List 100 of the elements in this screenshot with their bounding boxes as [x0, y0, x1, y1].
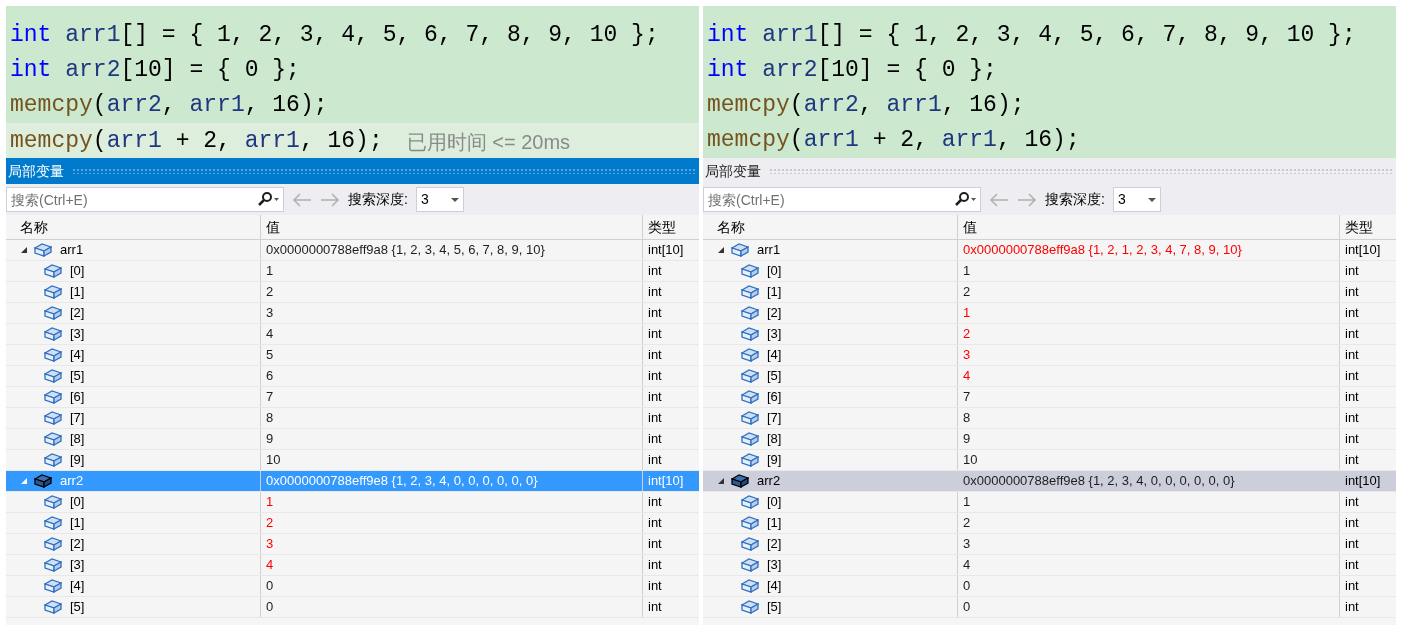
- variable-type: int: [647, 598, 663, 617]
- variable-row[interactable]: [4] 3 int: [703, 345, 1396, 366]
- cube-icon: [741, 452, 759, 468]
- variable-row[interactable]: [5] 6 int: [6, 366, 699, 387]
- expand-toggle-icon[interactable]: [20, 246, 30, 254]
- expand-toggle-icon[interactable]: [717, 246, 727, 254]
- variable-value: 0x0000000788eff9e8 {1, 2, 3, 4, 0, 0, 0, 0, 0, 0}: [265, 472, 539, 491]
- caret-icon[interactable]: [1147, 197, 1156, 202]
- variable-value: 0x0000000788eff9e8 {1, 2, 3, 4, 0, 0, 0, 0, 0, 0}: [962, 472, 1236, 491]
- variable-row[interactable]: [3] 2 int: [703, 324, 1396, 345]
- variable-type: int: [647, 535, 663, 554]
- variable-name: [2]: [70, 304, 85, 323]
- variable-row[interactable]: [4] 5 int: [6, 345, 699, 366]
- variable-row[interactable]: [0] 1 int: [703, 261, 1396, 282]
- variable-row[interactable]: [7] 8 int: [6, 408, 699, 429]
- variable-name: [2]: [767, 304, 782, 323]
- cube-icon: [741, 494, 759, 510]
- variable-row[interactable]: [7] 8 int: [703, 408, 1396, 429]
- variable-row[interactable]: [1] 2 int: [703, 513, 1396, 534]
- variable-value: 9: [265, 430, 275, 449]
- search-field[interactable]: 搜索(Ctrl+E): [6, 187, 284, 212]
- variable-value: 10: [962, 451, 979, 470]
- cube-icon: [741, 305, 759, 321]
- variable-type: int: [1344, 577, 1360, 596]
- variable-row[interactable]: [2] 3 int: [6, 534, 699, 555]
- variable-value: 8: [265, 409, 275, 428]
- variable-row[interactable]: [5] 0 int: [6, 597, 699, 618]
- search-field[interactable]: 搜索(Ctrl+E): [703, 187, 981, 212]
- expand-toggle-icon[interactable]: [717, 477, 727, 485]
- depth-label: 搜索深度:: [348, 190, 408, 209]
- variable-value: 3: [265, 535, 275, 554]
- variable-type: int[10]: [647, 241, 685, 260]
- variable-type: int: [647, 367, 663, 386]
- variable-row[interactable]: [3] 4 int: [6, 324, 699, 345]
- variable-row[interactable]: [4] 0 int: [6, 576, 699, 597]
- variable-name: [3]: [70, 556, 85, 575]
- cube-icon: [44, 599, 62, 615]
- depth-dropdown[interactable]: 3: [415, 187, 464, 212]
- cube-icon: [741, 431, 759, 447]
- column-header[interactable]: 值: [261, 216, 642, 238]
- variable-row[interactable]: [6] 7 int: [6, 387, 699, 408]
- column-header[interactable]: 名称: [6, 216, 260, 238]
- depth-dropdown[interactable]: 3: [1112, 187, 1161, 212]
- column-header[interactable]: 类型: [1340, 216, 1396, 238]
- column-header[interactable]: 值: [958, 216, 1339, 238]
- expand-toggle-icon[interactable]: [20, 477, 30, 485]
- search-icon[interactable]: [256, 192, 280, 206]
- column-header[interactable]: 名称: [703, 216, 957, 238]
- column-header[interactable]: 类型: [643, 216, 699, 238]
- variable-row[interactable]: [2] 3 int: [703, 534, 1396, 555]
- variable-row[interactable]: [0] 1 int: [6, 492, 699, 513]
- code-line: int arr2[10] = { 0 };: [9, 56, 301, 86]
- variable-type: int: [647, 556, 663, 575]
- variable-row[interactable]: [4] 0 int: [703, 576, 1396, 597]
- cube-icon: [34, 473, 52, 489]
- variable-row[interactable]: [1] 2 int: [6, 282, 699, 303]
- code-line: int arr1[] = { 1, 2, 3, 4, 5, 6, 7, 8, 9, 10 };: [9, 21, 660, 51]
- cube-icon: [741, 347, 759, 363]
- variable-type: int: [647, 304, 663, 323]
- variable-type: int: [1344, 493, 1360, 512]
- variable-type: int[10]: [647, 472, 685, 491]
- variable-row[interactable]: arr1 0x0000000788eff9a8 {1, 2, 1, 2, 3, 4, 7, 8, 9, 10} int[10]: [703, 240, 1396, 261]
- variable-row[interactable]: [2] 3 int: [6, 303, 699, 324]
- variable-type: int: [1344, 346, 1360, 365]
- variable-value: 0x0000000788eff9a8 {1, 2, 3, 4, 5, 6, 7, 8, 9, 10}: [265, 241, 546, 260]
- variable-type: int: [1344, 451, 1360, 470]
- variable-row[interactable]: [5] 0 int: [703, 597, 1396, 618]
- code-line: memcpy(arr1 + 2, arr1, 16);: [706, 126, 1081, 156]
- variable-name: [3]: [767, 325, 782, 344]
- variable-row[interactable]: [1] 2 int: [6, 513, 699, 534]
- variable-row[interactable]: arr2 0x0000000788eff9e8 {1, 2, 3, 4, 0, 0, 0, 0, 0, 0} int[10]: [703, 471, 1396, 492]
- variable-value: 3: [265, 304, 275, 323]
- variable-row[interactable]: [8] 9 int: [703, 429, 1396, 450]
- variable-row[interactable]: [2] 1 int: [703, 303, 1396, 324]
- variable-type: int: [647, 514, 663, 533]
- caret-icon[interactable]: [450, 197, 459, 202]
- search-icon[interactable]: [953, 192, 977, 206]
- variable-type: int: [1344, 514, 1360, 533]
- variable-row[interactable]: [5] 4 int: [703, 366, 1396, 387]
- variable-type: int: [1344, 388, 1360, 407]
- cube-icon: [741, 536, 759, 552]
- variable-value: 6: [265, 367, 275, 386]
- variable-type: int[10]: [1344, 472, 1382, 491]
- variable-row[interactable]: [3] 4 int: [703, 555, 1396, 576]
- cube-icon: [44, 368, 62, 384]
- variable-row[interactable]: [3] 4 int: [6, 555, 699, 576]
- variable-type: int: [647, 388, 663, 407]
- variable-row[interactable]: [1] 2 int: [703, 282, 1396, 303]
- variable-name: [8]: [70, 430, 85, 449]
- variable-row[interactable]: [0] 1 int: [703, 492, 1396, 513]
- variable-row[interactable]: [0] 1 int: [6, 261, 699, 282]
- variable-row[interactable]: arr1 0x0000000788eff9a8 {1, 2, 3, 4, 5, 6, 7, 8, 9, 10} int[10]: [6, 240, 699, 261]
- variable-value: 1: [962, 493, 972, 512]
- cube-icon: [741, 263, 759, 279]
- variable-row[interactable]: [6] 7 int: [703, 387, 1396, 408]
- cube-icon: [44, 263, 62, 279]
- variable-value: 2: [962, 325, 972, 344]
- variable-name: [5]: [767, 367, 782, 386]
- variable-row[interactable]: [8] 9 int: [6, 429, 699, 450]
- panel-title: 局部变量: [705, 161, 761, 181]
